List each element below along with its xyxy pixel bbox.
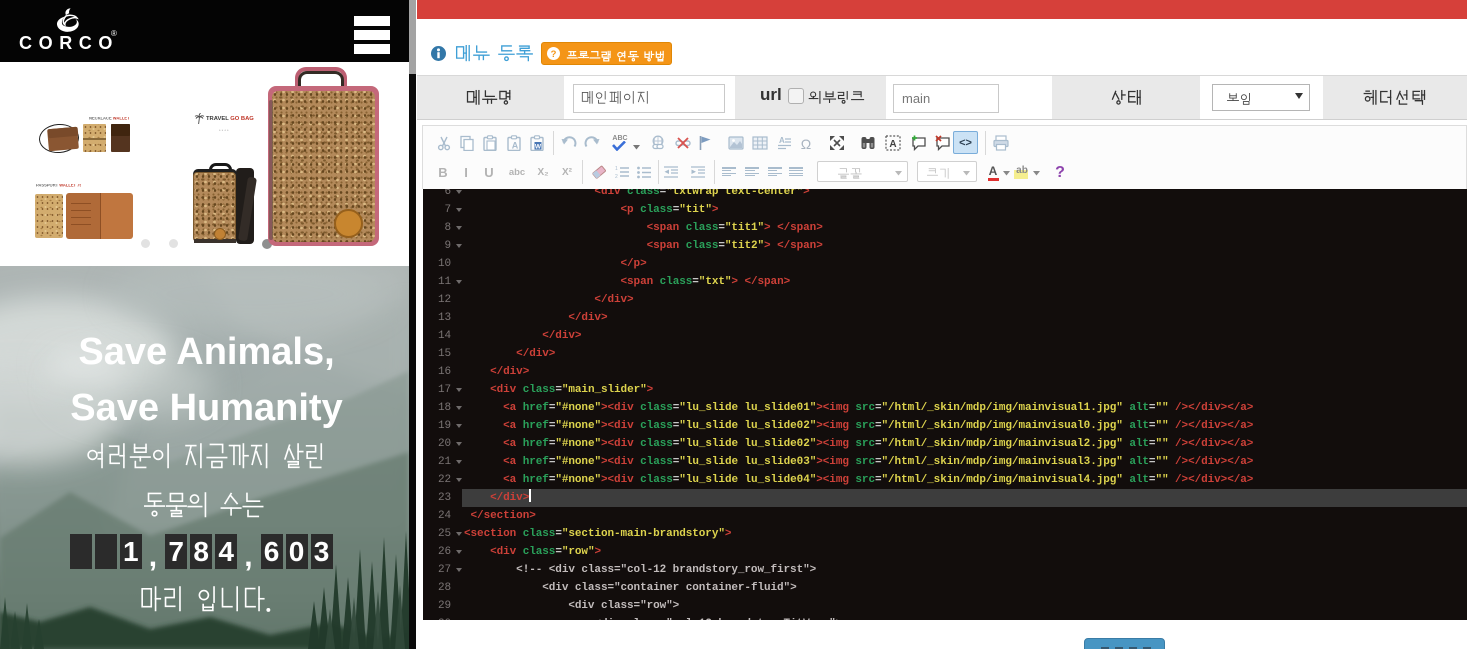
- svg-text:1: 1: [615, 166, 618, 172]
- svg-text:A: A: [512, 141, 519, 151]
- svg-text:A: A: [779, 136, 785, 145]
- svg-text:A: A: [889, 139, 896, 150]
- svg-text:?: ?: [551, 49, 557, 60]
- svg-text:2: 2: [615, 174, 618, 179]
- svg-text:W: W: [535, 143, 542, 150]
